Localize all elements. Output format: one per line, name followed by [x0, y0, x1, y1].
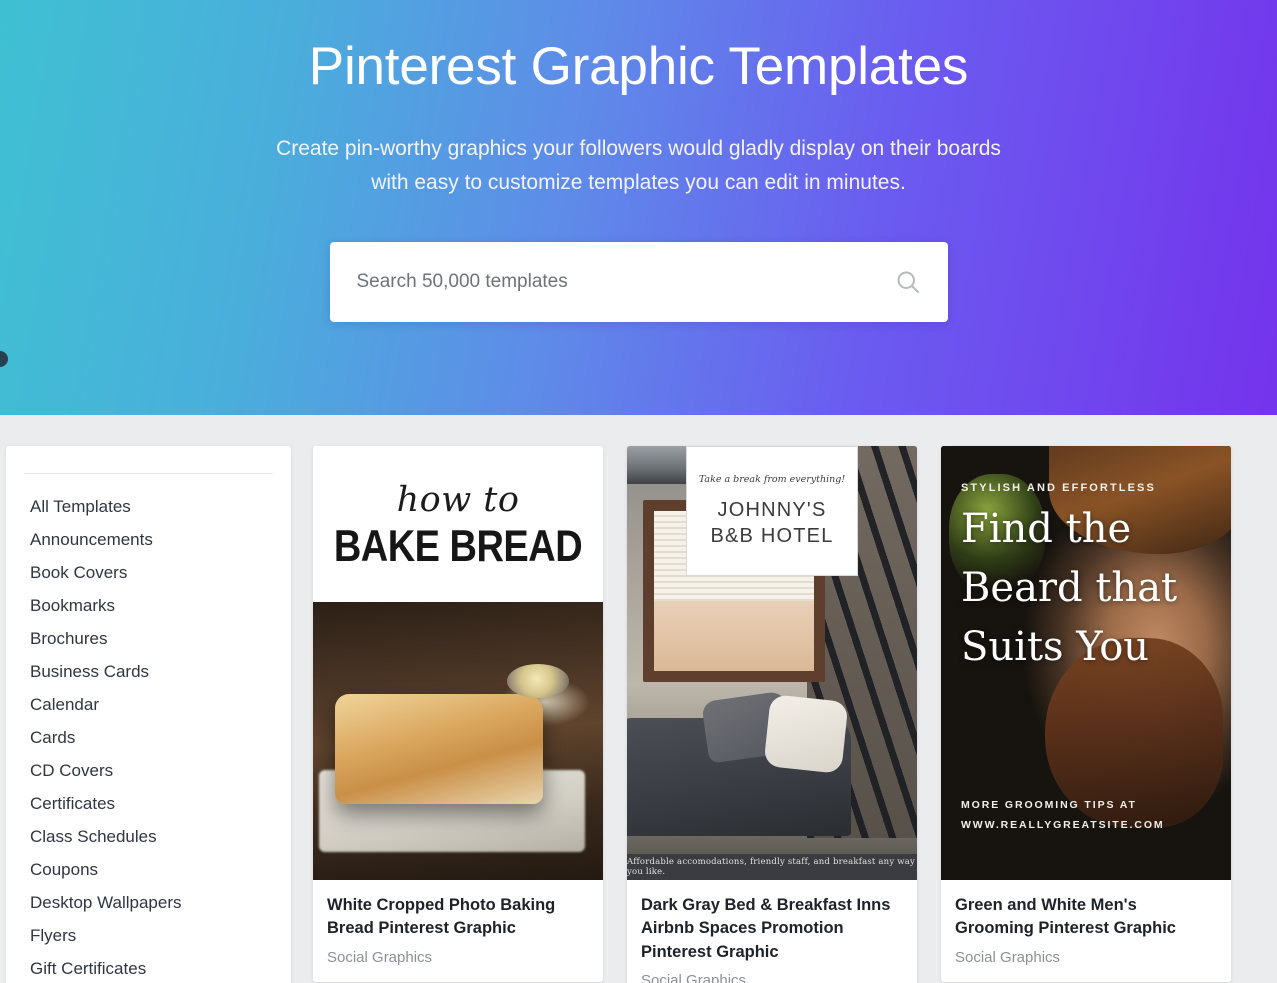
card-title: Green and White Men's Grooming Pinterest…	[955, 896, 1176, 938]
thumb-text-block: how to BAKE BREAD	[313, 446, 603, 602]
thumb-name-line-1: JOHNNY'S	[717, 498, 827, 521]
thumb-footer-block: MORE GROOMING TIPS AT WWW.REALLYGREATSIT…	[961, 796, 1165, 836]
template-thumbnail-bake-bread[interactable]: how to BAKE BREAD	[313, 446, 603, 880]
sidebar-item-flyers[interactable]: Flyers	[6, 920, 291, 953]
template-card[interactable]: Take a break from everything! JOHNNY'S B…	[627, 446, 917, 983]
sidebar-item-cards[interactable]: Cards	[6, 722, 291, 755]
thumb-footer-text: Affordable accomodations, friendly staff…	[627, 857, 916, 877]
template-thumbnail-mens-grooming[interactable]: STYLISH AND EFFORTLESS Find the Beard th…	[941, 446, 1231, 880]
template-card[interactable]: STYLISH AND EFFORTLESS Find the Beard th…	[941, 446, 1231, 982]
butter-dish-shape	[507, 664, 569, 698]
search-area	[0, 242, 1277, 323]
template-card[interactable]: how to BAKE BREAD White Cropped Photo Ba…	[313, 446, 603, 982]
thumb-text-panel: Take a break from everything! JOHNNY'S B…	[686, 446, 858, 576]
sidebar-item-bookmarks[interactable]: Bookmarks	[6, 590, 291, 623]
thumb-photo-bread	[313, 602, 603, 880]
template-grid: how to BAKE BREAD White Cropped Photo Ba…	[313, 446, 1231, 983]
template-thumbnail-bnb-hotel[interactable]: Take a break from everything! JOHNNY'S B…	[627, 446, 917, 880]
sidebar-item-certificates[interactable]: Certificates	[6, 788, 291, 821]
sidebar-divider	[24, 473, 273, 474]
sidebar-item-cd-covers[interactable]: CD Covers	[6, 755, 291, 788]
page-title: Pinterest Graphic Templates	[308, 37, 969, 96]
sidebar-item-desktop-wallpapers[interactable]: Desktop Wallpapers	[6, 887, 291, 920]
sidebar-item-class-schedules[interactable]: Class Schedules	[6, 821, 291, 854]
sidebar-item-calendar[interactable]: Calendar	[6, 689, 291, 722]
thumb-footer-line-1: MORE GROOMING TIPS AT	[961, 799, 1137, 812]
thumb-tagline: Take a break from everything!	[698, 473, 846, 485]
hero-subtitle-line-2: with easy to customize templates you can…	[371, 171, 906, 195]
content-area: All Templates Announcements Book Covers …	[0, 415, 1277, 983]
category-sidebar: All Templates Announcements Book Covers …	[6, 446, 291, 983]
card-body: Green and White Men's Grooming Pinterest…	[941, 880, 1231, 982]
thumb-headline-line-2: Beard that	[961, 565, 1178, 612]
thumb-script-text: how to	[396, 479, 520, 520]
hero-subtitle-line-1: Create pin-worthy graphics your follower…	[276, 137, 1001, 161]
bread-loaf-shape	[335, 694, 543, 804]
thumb-footer-line-2: WWW.REALLYGREATSITE.COM	[961, 819, 1165, 832]
cushion-white-shape	[763, 694, 849, 774]
search-input[interactable]	[356, 271, 894, 294]
category-list: All Templates Announcements Book Covers …	[6, 491, 291, 983]
sidebar-item-business-cards[interactable]: Business Cards	[6, 656, 291, 689]
thumb-headline-line-1: Find the	[961, 506, 1132, 552]
card-title: Dark Gray Bed & Breakfast Inns Airbnb Sp…	[641, 896, 891, 961]
thumb-eyebrow: STYLISH AND EFFORTLESS	[961, 482, 1156, 494]
thumb-footer-bar: Affordable accomodations, friendly staff…	[627, 854, 917, 880]
sidebar-item-announcements[interactable]: Announcements	[6, 524, 291, 557]
card-body: White Cropped Photo Baking Bread Pintere…	[313, 880, 603, 982]
thumb-headline: BAKE BREAD	[333, 521, 583, 572]
card-category: Social Graphics	[641, 972, 747, 983]
thumb-name-line-2: B&B HOTEL	[710, 524, 834, 547]
search-icon[interactable]	[894, 268, 922, 296]
thumb-text-block: STYLISH AND EFFORTLESS Find the Beard th…	[961, 482, 1211, 672]
thumb-headline-line-3: Suits You	[961, 624, 1150, 671]
sidebar-item-brochures[interactable]: Brochures	[6, 623, 291, 656]
sidebar-item-book-covers[interactable]: Book Covers	[6, 557, 291, 590]
sidebar-item-all-templates[interactable]: All Templates	[6, 491, 291, 524]
sidebar-item-coupons[interactable]: Coupons	[6, 854, 291, 887]
hero-banner: Pinterest Graphic Templates Create pin-w…	[0, 0, 1277, 415]
card-category: Social Graphics	[955, 948, 1061, 966]
sidebar-item-gift-certificates[interactable]: Gift Certificates	[6, 953, 291, 983]
card-title: White Cropped Photo Baking Bread Pintere…	[327, 896, 556, 938]
carousel-prev-arrow-icon[interactable]	[0, 351, 8, 367]
search-box[interactable]	[329, 242, 948, 323]
card-body: Dark Gray Bed & Breakfast Inns Airbnb Sp…	[627, 880, 917, 983]
card-category: Social Graphics	[327, 948, 433, 966]
hero-subtitle: Create pin-worthy graphics your follower…	[0, 132, 1277, 200]
